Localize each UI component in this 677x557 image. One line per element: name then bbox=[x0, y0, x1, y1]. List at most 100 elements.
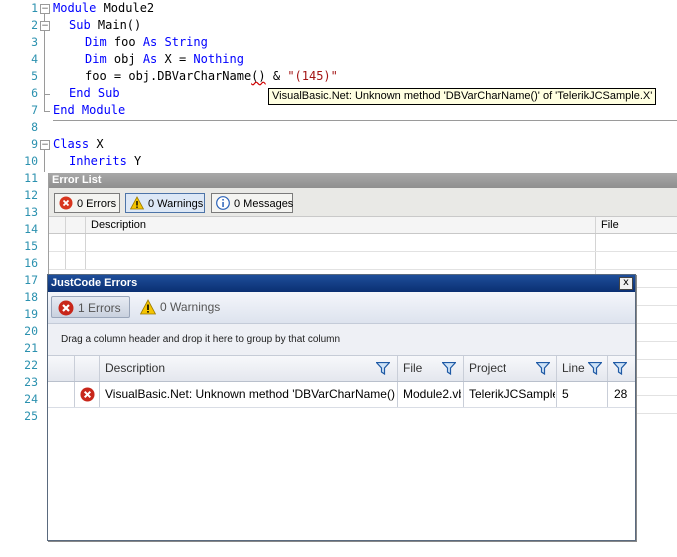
filter-icon[interactable] bbox=[442, 362, 456, 375]
justcode-warnings-button[interactable]: 0 Warnings bbox=[134, 296, 226, 318]
error-column: 28 bbox=[614, 387, 628, 401]
justcode-title: JustCode Errors bbox=[51, 277, 138, 289]
group-by-panel[interactable]: Drag a column header and drop it here to… bbox=[48, 324, 635, 356]
justcode-errors-button[interactable]: 1 Errors bbox=[51, 296, 130, 318]
line-number: 7 bbox=[31, 103, 38, 117]
code-line[interactable]: End Sub bbox=[69, 85, 120, 102]
code-text: X bbox=[89, 137, 104, 151]
code-text: foo bbox=[106, 35, 143, 49]
line-number: 4 bbox=[31, 52, 38, 66]
line-number: 20 bbox=[24, 324, 38, 338]
messages-filter-label: 0 Messages bbox=[234, 198, 294, 210]
keyword: Dim bbox=[85, 35, 107, 49]
error-line: 5 bbox=[562, 387, 569, 401]
line-number: 22 bbox=[24, 358, 38, 372]
line-number: 6 bbox=[31, 86, 38, 100]
keyword: Nothing bbox=[193, 52, 244, 66]
line-number: 17 bbox=[24, 273, 38, 287]
column-header-line[interactable]: Line bbox=[562, 356, 585, 381]
errors-filter-label: 0 Errors bbox=[77, 198, 117, 210]
string-literal: "(145)" bbox=[287, 69, 338, 83]
line-number: 5 bbox=[31, 69, 38, 83]
filter-icon[interactable] bbox=[613, 362, 627, 375]
fold-end bbox=[44, 94, 50, 95]
code-text: & bbox=[265, 69, 288, 83]
error-list-title[interactable]: Error List bbox=[49, 173, 677, 188]
table-row bbox=[49, 234, 677, 252]
line-number: 18 bbox=[24, 290, 38, 304]
messages-filter-button[interactable]: 0 Messages bbox=[211, 193, 293, 213]
filter-icon[interactable] bbox=[588, 362, 602, 375]
fold-end bbox=[44, 111, 50, 112]
line-number: 21 bbox=[24, 341, 38, 355]
keyword: End Sub bbox=[69, 86, 120, 100]
column-divider bbox=[85, 217, 86, 233]
justcode-title-bar[interactable]: JustCode Errors x bbox=[48, 275, 635, 292]
line-number: 2 bbox=[31, 18, 38, 32]
error-project: TelerikJCSample bbox=[469, 387, 555, 401]
collapse-icon[interactable]: − bbox=[40, 21, 50, 31]
errors-filter-button[interactable]: 0 Errors bbox=[54, 193, 120, 213]
warnings-filter-label: 0 Warnings bbox=[148, 198, 204, 210]
error-description: VisualBasic.Net: Unknown method 'DBVarCh… bbox=[105, 387, 395, 401]
line-number-gutter: 1 2 3 4 5 6 7 8 9 10 11 12 13 14 15 16 1… bbox=[0, 0, 38, 425]
code-line[interactable]: Inherits Y bbox=[69, 153, 141, 170]
line-number: 25 bbox=[24, 409, 38, 423]
filter-icon[interactable] bbox=[536, 362, 550, 375]
column-divider bbox=[65, 217, 66, 233]
line-number: 12 bbox=[24, 188, 38, 202]
justcode-errors-label: 1 Errors bbox=[78, 301, 121, 315]
column-header-description[interactable]: Description bbox=[91, 217, 146, 233]
error-file: Module2.vb bbox=[403, 387, 461, 401]
code-text: Main() bbox=[90, 18, 142, 32]
keyword: Dim bbox=[85, 52, 107, 66]
line-number: 11 bbox=[24, 171, 38, 185]
keyword: As bbox=[142, 35, 158, 49]
info-icon bbox=[216, 196, 230, 210]
warnings-filter-button[interactable]: 0 Warnings bbox=[125, 193, 205, 213]
column-header-file[interactable]: File bbox=[403, 356, 422, 381]
code-line[interactable]: Dim obj As X = Nothing bbox=[85, 51, 244, 68]
line-number: 15 bbox=[24, 239, 38, 253]
code-text: obj bbox=[106, 52, 143, 66]
filter-icon[interactable] bbox=[376, 362, 390, 375]
error-icon bbox=[59, 196, 73, 210]
table-row bbox=[49, 252, 677, 270]
justcode-toolbar: 1 Errors 0 Warnings bbox=[48, 292, 635, 324]
code-line[interactable]: Module Module2 bbox=[53, 0, 154, 17]
table-row[interactable]: VisualBasic.Net: Unknown method 'DBVarCh… bbox=[48, 382, 635, 408]
code-text: String bbox=[157, 35, 208, 49]
close-button[interactable]: x bbox=[619, 277, 633, 290]
error-squiggle[interactable]: () bbox=[251, 69, 265, 83]
code-line[interactable]: Class X bbox=[53, 136, 104, 153]
line-number: 19 bbox=[24, 307, 38, 321]
line-number: 10 bbox=[24, 154, 38, 168]
keyword: Module bbox=[53, 1, 97, 15]
keyword: Inherits bbox=[69, 154, 127, 168]
code-text: Module2 bbox=[96, 1, 155, 15]
line-number: 3 bbox=[31, 35, 38, 49]
code-text: Y bbox=[126, 154, 142, 168]
code-line[interactable]: Dim foo As String bbox=[85, 34, 208, 51]
line-number: 8 bbox=[31, 120, 38, 134]
code-line[interactable]: Sub Main() bbox=[69, 17, 141, 34]
code-line[interactable]: End Module bbox=[53, 102, 125, 119]
keyword: Class bbox=[53, 137, 90, 151]
fold-guide bbox=[44, 150, 45, 172]
error-list-header: Description File bbox=[49, 217, 677, 234]
column-header-file[interactable]: File bbox=[601, 217, 619, 233]
line-number: 13 bbox=[24, 205, 38, 219]
keyword: End Module bbox=[53, 103, 126, 117]
column-header-project[interactable]: Project bbox=[469, 356, 506, 381]
keyword: As bbox=[142, 52, 158, 66]
line-number: 16 bbox=[24, 256, 38, 270]
justcode-warnings-label: 0 Warnings bbox=[160, 300, 221, 314]
justcode-grid-header: Description File Project Line bbox=[48, 356, 635, 382]
code-line[interactable]: foo = obj.DBVarCharName() & "(145)" bbox=[85, 68, 338, 85]
line-number: 24 bbox=[24, 392, 38, 406]
collapse-icon[interactable]: − bbox=[40, 140, 50, 150]
line-number: 1 bbox=[31, 1, 38, 15]
line-number: 23 bbox=[24, 375, 38, 389]
collapse-icon[interactable]: − bbox=[40, 4, 50, 14]
column-header-description[interactable]: Description bbox=[105, 356, 165, 381]
